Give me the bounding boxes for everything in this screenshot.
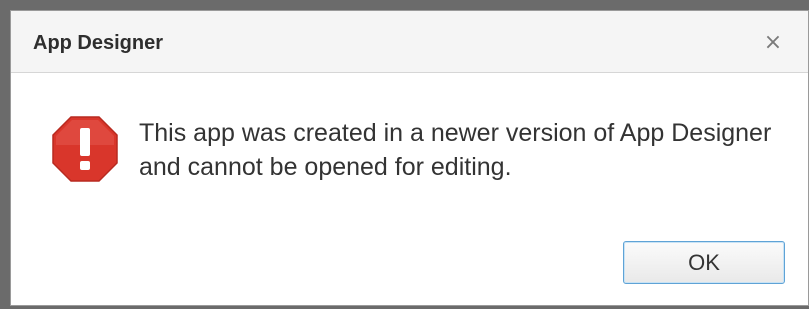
close-icon[interactable]: × [760, 27, 786, 57]
dialog-body: This app was created in a newer version … [11, 73, 808, 305]
error-message: This app was created in a newer version … [139, 119, 772, 181]
dialog-title: App Designer [33, 32, 164, 54]
ok-button[interactable]: OK [623, 241, 785, 284]
error-octagon-icon [52, 116, 118, 182]
error-dialog: App Designer × This app was created in a… [10, 10, 809, 306]
dialog-titlebar: App Designer × [11, 11, 808, 73]
